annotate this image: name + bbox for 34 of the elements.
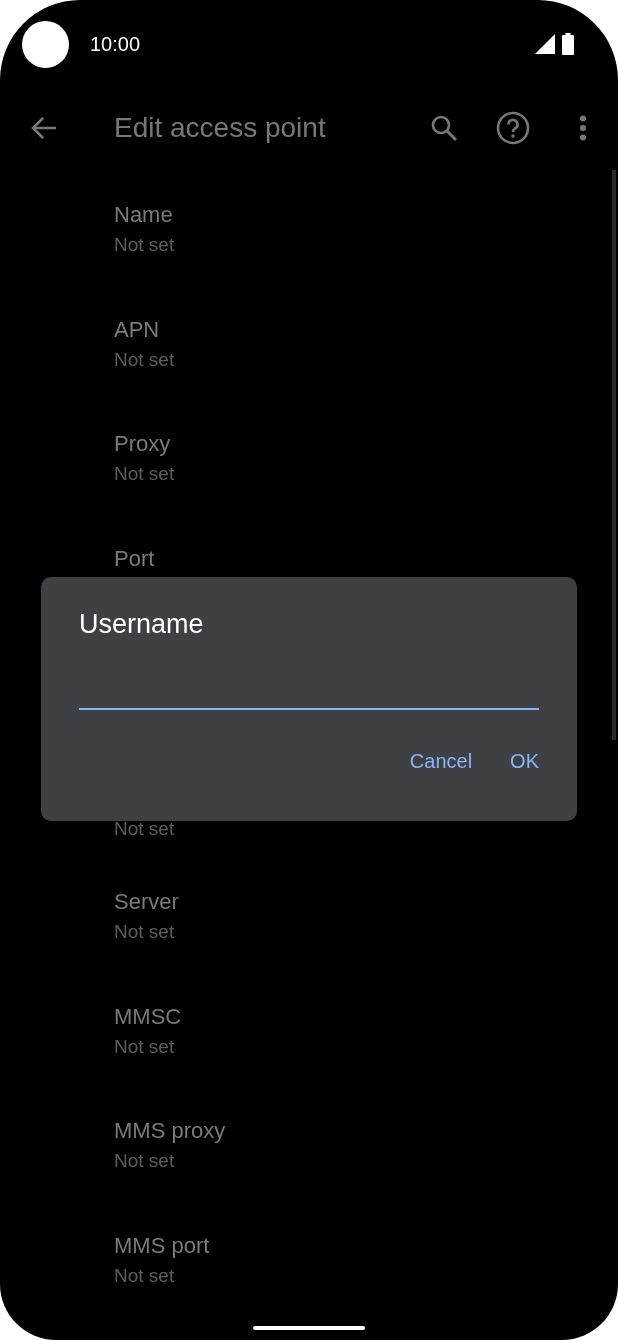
setting-value: Not set [114, 234, 175, 256]
scrollbar[interactable] [612, 170, 616, 740]
search-icon[interactable] [430, 114, 458, 142]
setting-row[interactable]: MMSC Not set [0, 1003, 618, 1118]
setting-title: MMSC [114, 1003, 182, 1030]
signal-icon [535, 34, 555, 54]
setting-title: MMS port [114, 1232, 210, 1259]
setting-value: Not set [114, 921, 175, 943]
setting-title: APN [114, 316, 160, 343]
battery-icon [562, 33, 574, 55]
setting-row[interactable]: MMS proxy Not set [0, 1118, 618, 1233]
dialog-button[interactable]: OK [502, 744, 547, 779]
setting-value: Not set [114, 1264, 175, 1287]
setting-title: Proxy [114, 431, 171, 457]
setting-row[interactable]: Proxy Not set [0, 431, 618, 546]
setting-value: Not set [114, 463, 175, 485]
setting-row[interactable]: Name Not set [0, 202, 618, 317]
screen-title: Edit access point [114, 112, 327, 144]
setting-value: Not set [114, 1150, 175, 1172]
status-time: 10:00 [90, 32, 142, 56]
setting-row[interactable]: Server Not set [0, 889, 618, 1004]
dialog-title: Username [79, 609, 204, 640]
more-options-icon[interactable] [579, 115, 587, 141]
dialog-button[interactable]: Cancel [401, 744, 481, 779]
setting-row[interactable]: APN Not set [0, 316, 618, 431]
back-arrow-icon[interactable] [31, 116, 57, 140]
setting-value: Not set [114, 348, 175, 371]
setting-title: MMS proxy [114, 1118, 226, 1144]
setting-title: Server [114, 889, 179, 915]
setting-row[interactable]: MMS port Not set [0, 1232, 618, 1340]
setting-title: Name [114, 202, 173, 228]
help-icon[interactable] [496, 111, 530, 145]
setting-value: Not set [114, 1035, 175, 1058]
camera-cutout [22, 20, 69, 68]
